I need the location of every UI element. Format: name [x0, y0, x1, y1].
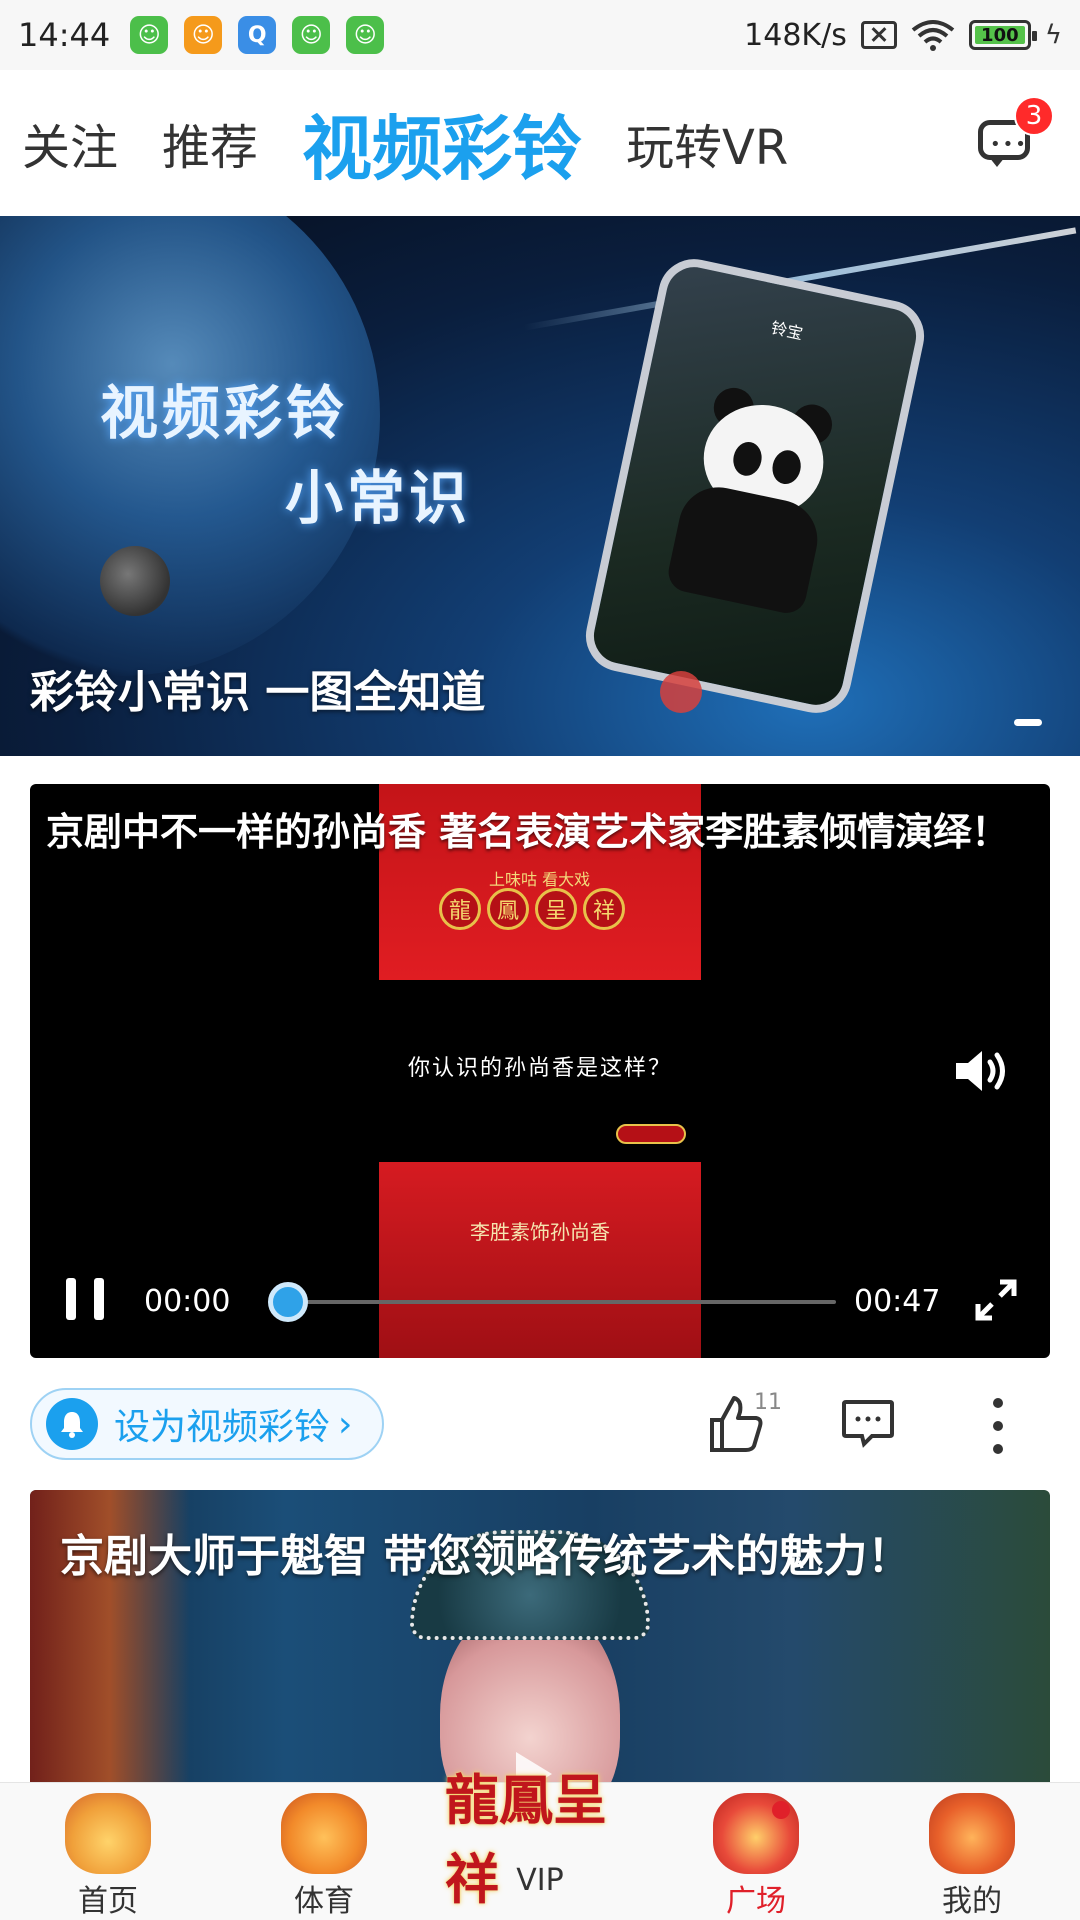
nav-plaza-label: 广场	[726, 1884, 786, 1919]
status-bar: 14:44 ☺ ☺ Q ☺ ☺ 148K/s 100 ϟ	[0, 0, 1080, 70]
volume-icon[interactable]	[952, 1046, 1012, 1096]
messages-button[interactable]: ••• 3	[974, 96, 1054, 172]
promo-banner[interactable]: 视频彩铃 小常识 铃宝 彩铃小常识 一图全知道	[0, 216, 1080, 756]
nav-sports-label: 体育	[294, 1884, 354, 1919]
fullscreen-icon[interactable]	[974, 1278, 1018, 1322]
seal-char: 鳳	[487, 888, 529, 930]
progress-thumb[interactable]	[268, 1282, 308, 1322]
banner-caption: 彩铃小常识 一图全知道	[30, 667, 486, 718]
nav-sports[interactable]: 体育	[216, 1783, 432, 1920]
battery-level: 100	[981, 24, 1019, 46]
total-time: 00:47	[854, 1284, 941, 1319]
video-subtitle: 你认识的孙尚香是这样？	[407, 1056, 672, 1081]
status-time: 14:44	[18, 16, 111, 54]
battery-icon: 100	[968, 20, 1037, 50]
tab-vr[interactable]: 玩转VR	[626, 108, 788, 178]
nav-mine-label: 我的	[942, 1884, 1002, 1919]
seal-char: 呈	[535, 888, 577, 930]
smile-app-icon: ☺	[184, 16, 223, 54]
charging-icon: ϟ	[1044, 20, 1062, 50]
progress-bar[interactable]	[286, 1300, 836, 1304]
phone-illustration: 铃宝	[579, 252, 931, 720]
current-time: 00:00	[144, 1284, 231, 1319]
mini-seal-logo	[616, 1124, 686, 1144]
nav-plaza[interactable]: 广场	[648, 1783, 864, 1920]
top-tab-bar: 关注 推荐 视频彩铃 玩转VR ••• 3	[0, 70, 1080, 216]
video-overlay-small-text: 上味咕 看大戏	[489, 870, 591, 889]
phone-caller-name: 铃宝	[769, 318, 805, 344]
tab-video-ringtone[interactable]: 视频彩铃	[302, 93, 582, 194]
net-speed: 148K/s	[744, 17, 847, 53]
like-count: 11	[754, 1390, 782, 1415]
video-card-2[interactable]: 京剧大师于魁智 带您领略传统艺术的魅力！	[30, 1490, 1050, 1790]
cat-app-icon: ☺	[292, 16, 331, 54]
status-right: 148K/s 100 ϟ	[744, 18, 1062, 53]
message-badge: 3	[1014, 96, 1054, 136]
cat-app-icon: ☺	[130, 16, 169, 54]
video-2-title: 京剧大师于魁智 带您领略传统艺术的魅力！	[60, 1531, 912, 1582]
nav-vip[interactable]: 龍鳳呈祥 VIP	[432, 1768, 648, 1920]
banner-headline-2: 小常识	[285, 464, 472, 532]
video-title: 京剧中不一样的孙尚香 著名表演艺术家李胜素倾情演绎！	[46, 810, 1010, 854]
set-ringtone-label: 设为视频彩铃	[114, 1407, 331, 1448]
seal-row: 龍 鳳 呈 祥	[439, 888, 625, 930]
tab-recommend[interactable]: 推荐	[162, 108, 258, 178]
mine-mascot-icon	[929, 1793, 1015, 1874]
hangup-icon	[660, 671, 702, 713]
pause-button[interactable]	[64, 1278, 106, 1322]
no-sim-icon	[860, 21, 897, 49]
comment-icon[interactable]	[840, 1396, 896, 1452]
wifi-icon	[911, 20, 955, 51]
banner-headline-1: 视频彩铃	[100, 379, 349, 447]
bell-icon	[46, 1398, 98, 1450]
set-ringtone-button[interactable]: 设为视频彩铃 ›	[30, 1388, 384, 1460]
video-caption: 李胜素饰孙尚香	[470, 1220, 610, 1244]
notification-dot	[772, 1801, 790, 1819]
video-action-row: 设为视频彩铃 › 11	[0, 1380, 1080, 1470]
app-root: 14:44 ☺ ☺ Q ☺ ☺ 148K/s 100 ϟ 关注 推荐 视频彩铃 …	[0, 0, 1080, 1920]
nav-vip-label: VIP	[516, 1863, 564, 1898]
nav-home[interactable]: 首页	[0, 1783, 216, 1920]
home-mascot-icon	[65, 1793, 151, 1874]
seal-char: 祥	[583, 888, 625, 930]
bottom-nav: 首页 体育 龍鳳呈祥 VIP 广场 我的	[0, 1768, 1080, 1920]
nav-mine[interactable]: 我的	[864, 1783, 1080, 1920]
video-controls: 00:00 00:47	[30, 1264, 1050, 1344]
sports-mascot-icon	[281, 1793, 367, 1874]
seal-char: 龍	[439, 888, 481, 930]
q-app-icon: Q	[238, 16, 277, 54]
video-player[interactable]: 上味咕 看大戏 龍 鳳 呈 祥 你认识的孙尚香是这样？ 李胜素饰孙尚香 京剧中不…	[30, 784, 1050, 1358]
chevron-right-icon: ›	[338, 1403, 353, 1445]
tab-follow[interactable]: 关注	[22, 108, 118, 178]
moon-graphic	[100, 546, 170, 616]
banner-page-indicator	[1014, 719, 1042, 726]
nav-home-label: 首页	[78, 1884, 138, 1919]
more-options-icon[interactable]	[986, 1398, 1010, 1454]
cat-app-icon: ☺	[346, 16, 385, 54]
